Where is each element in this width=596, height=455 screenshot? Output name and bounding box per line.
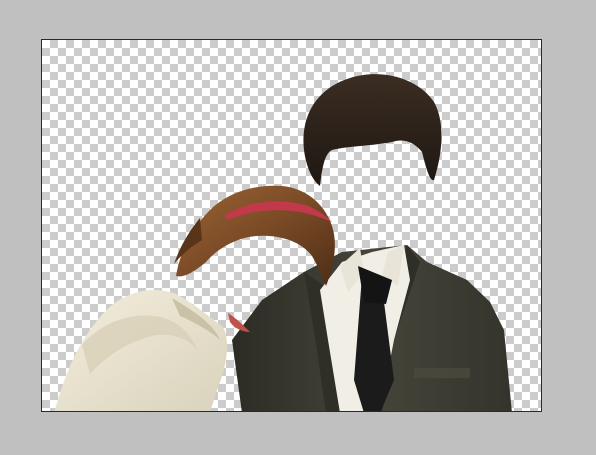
photoshop-workspace <box>0 0 596 455</box>
cutout-artwork <box>54 74 512 411</box>
man-hair <box>303 74 442 186</box>
woman-blouse <box>54 289 227 411</box>
document-canvas[interactable] <box>41 39 542 412</box>
